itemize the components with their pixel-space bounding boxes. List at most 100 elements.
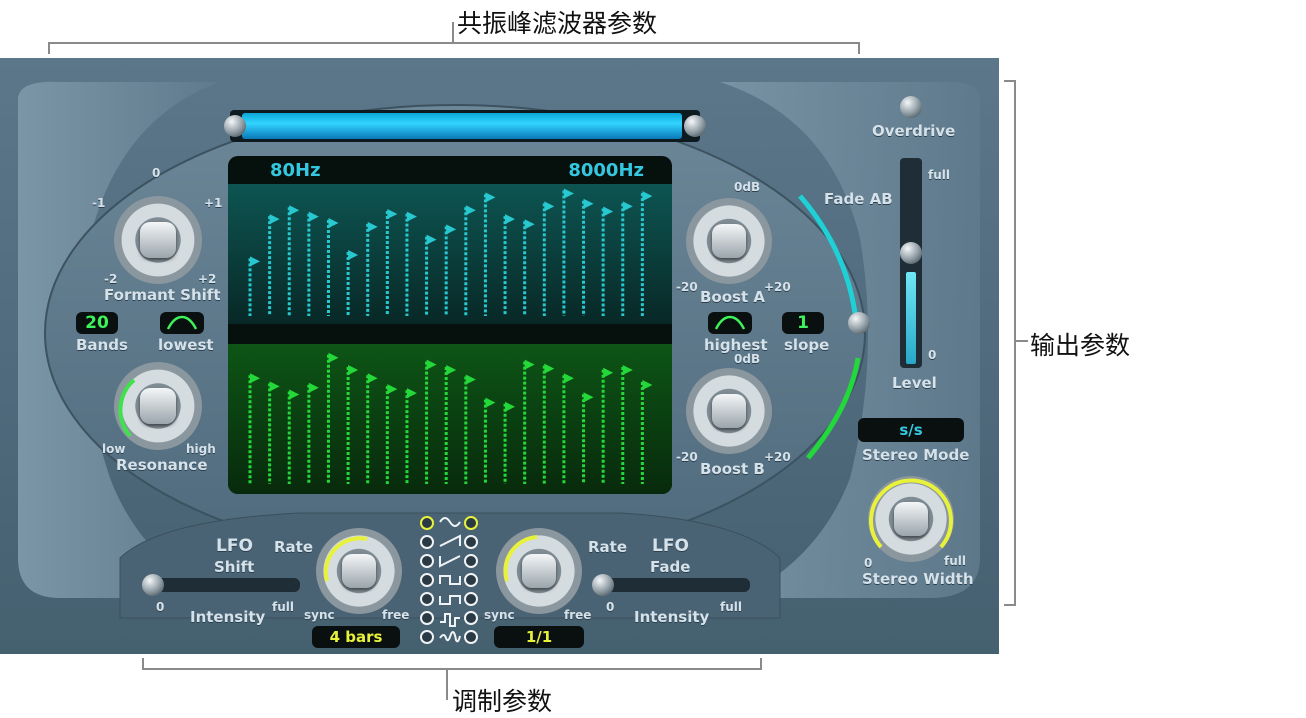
waveform-fade-radio[interactable] (464, 630, 478, 644)
lfo-fade-intensity-handle[interactable] (592, 574, 614, 596)
formant-bracket (48, 42, 860, 54)
level-full: full (928, 168, 950, 182)
square-up-icon (439, 575, 461, 585)
lfo-fade-rate-display[interactable]: 1/1 (494, 626, 584, 648)
formant-tick-bl: -2 (104, 272, 118, 286)
lfo-shift-max: full (272, 600, 294, 614)
waveform-shift-radio[interactable] (420, 554, 434, 568)
level-handle[interactable] (900, 242, 922, 264)
waveform-shift-radio[interactable] (420, 516, 434, 530)
evoc-filterbank-plugin: 80Hz 8000Hz 0 -1 +1 -2 +2 Formant Shift … (0, 58, 999, 654)
waveform-shift-radio[interactable] (420, 535, 434, 549)
lfo-shift-rate-display[interactable]: 4 bars (312, 626, 400, 648)
highest-curve-button[interactable] (708, 312, 752, 334)
lfo-shift-sub: Shift (214, 558, 255, 576)
waveform-fade-radio[interactable] (464, 554, 478, 568)
waveform-fade-radio[interactable] (464, 611, 478, 625)
freq-low-label: 80Hz (270, 160, 321, 181)
lfo-shift-intensity-slider[interactable] (148, 578, 300, 592)
saw-down-icon (439, 555, 461, 568)
lfo-shift-min: 0 (156, 600, 165, 614)
filter-range-high-handle[interactable] (684, 115, 706, 137)
lfo-shift-intensity-handle[interactable] (142, 574, 164, 596)
level-zero: 0 (928, 348, 937, 362)
lfo-shift-rate-arc (323, 536, 368, 582)
lfo-fade-intensity-label: Intensity (634, 608, 710, 626)
resonance-label: Resonance (116, 456, 208, 474)
formant-shift-knob[interactable] (114, 196, 202, 284)
output-params-callout: 输出参数 (1030, 331, 1131, 360)
formant-bracket-stem (452, 22, 454, 42)
waveform-fade-radio[interactable] (464, 535, 478, 549)
waveform-shift-radio[interactable] (420, 573, 434, 587)
waveform-shift-radio[interactable] (420, 630, 434, 644)
fade-ab-label: Fade AB (824, 190, 893, 208)
resonance-low: low (102, 442, 126, 456)
boost-b-knob[interactable] (686, 368, 772, 454)
lfo-shift-sync: sync (304, 608, 335, 622)
boost-a-top: 0dB (734, 180, 761, 194)
waveform-shift-radio[interactable] (420, 592, 434, 606)
filter-range-bar (242, 113, 682, 139)
bands-label: Bands (76, 336, 128, 354)
filter-display: 80Hz 8000Hz (228, 156, 672, 494)
filter-range-low-handle[interactable] (224, 115, 246, 137)
stereo-width-label: Stereo Width (862, 570, 974, 588)
overdrive-button[interactable] (900, 96, 922, 118)
waveform-fade-radio[interactable] (464, 573, 478, 587)
fade-ab-handle[interactable] (848, 312, 870, 334)
boost-b-max: +20 (764, 450, 791, 464)
freq-high-label: 8000Hz (568, 160, 644, 181)
waveform-icons (439, 517, 461, 643)
lfo-shift-rate-label: Rate (274, 538, 314, 556)
formant-tick-top: 0 (152, 166, 161, 180)
sine-wave-icon (439, 517, 461, 527)
boost-a-knob[interactable] (686, 198, 772, 284)
lowest-label: lowest (158, 336, 214, 354)
random-smooth-icon (439, 631, 461, 643)
output-bracket (1004, 80, 1016, 606)
boost-a-min: -20 (676, 280, 698, 294)
waveform-fade-radio[interactable] (464, 592, 478, 606)
filter-range-slider[interactable] (230, 110, 700, 142)
filter-b-area (228, 344, 672, 494)
lfo-fade-sub: Fade (650, 558, 691, 576)
resonance-high: high (186, 442, 216, 456)
lfo-shift-title: LFO (216, 536, 253, 556)
bands-display[interactable]: 20 (76, 312, 118, 334)
boost-a-max: +20 (764, 280, 791, 294)
lowest-curve-button[interactable] (160, 312, 204, 334)
slope-display[interactable]: 1 (782, 312, 824, 334)
modulation-bracket-stem (446, 670, 448, 700)
boost-a-label: Boost A (700, 288, 765, 306)
lfo-fade-rate-arc (503, 535, 538, 582)
lfo-fade-min: 0 (606, 600, 615, 614)
lfo-fade-title: LFO (652, 536, 689, 556)
formant-tick-left: -1 (92, 196, 106, 210)
saw-up-icon (439, 534, 461, 547)
level-label: Level (892, 374, 937, 392)
filter-bands[interactable] (228, 184, 672, 494)
waveform-shift-radio[interactable] (420, 611, 434, 625)
stereo-mode-display[interactable]: s/s (858, 418, 964, 442)
lfo-shift-intensity-label: Intensity (190, 608, 266, 626)
level-fill (906, 272, 916, 364)
lfo-fade-max: full (720, 600, 742, 614)
formant-shift-label: Formant Shift (104, 286, 221, 304)
boost-b-label: Boost B (700, 460, 765, 478)
lfo-fade-intensity-slider[interactable] (598, 578, 750, 592)
stereo-width-max: full (944, 554, 966, 568)
slope-label: slope (784, 336, 830, 354)
waveform-fade-radio[interactable] (464, 516, 478, 530)
boost-b-min: -20 (676, 450, 698, 464)
overdrive-label: Overdrive (872, 122, 956, 140)
formant-tick-right: +1 (204, 196, 223, 210)
modulation-params-callout: 调制参数 (452, 687, 553, 716)
formant-tick-br: +2 (198, 272, 217, 286)
output-bracket-stem (1016, 340, 1028, 342)
filter-a-area (228, 184, 672, 324)
boost-b-top: 0dB (734, 352, 761, 366)
lfo-fade-sync: sync (484, 608, 515, 622)
modulation-bracket (142, 658, 762, 670)
lfo-fade-free: free (564, 608, 592, 622)
